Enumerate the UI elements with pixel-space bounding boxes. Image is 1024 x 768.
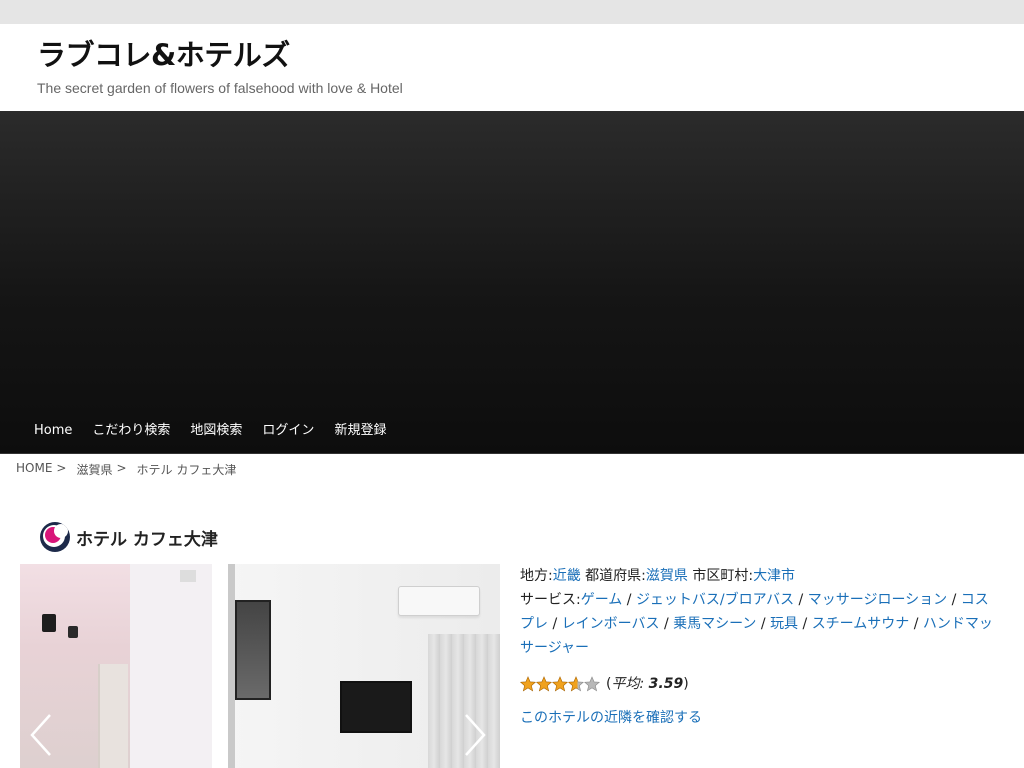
star-icon[interactable] [584,676,600,692]
chevron-right-icon[interactable] [460,712,490,758]
service-link[interactable]: マッサージローション [808,592,947,608]
neighbors-line: このホテルの近隣を確認する [520,706,1000,730]
brand-logo-icon [40,522,70,552]
service-link[interactable]: スチームサウナ [812,616,910,632]
star-icon[interactable] [552,676,568,692]
city-link[interactable]: 大津市 [753,568,795,584]
top-bar [0,0,1024,24]
neighbors-link[interactable]: このホテルの近隣を確認する [520,710,702,726]
star-icon[interactable] [536,676,552,692]
region-label: 地方: [520,568,553,584]
service-separator: / [798,592,804,608]
service-separator: / [913,616,919,632]
service-link[interactable]: ゲーム [581,592,623,608]
star-icon[interactable] [520,676,536,692]
breadcrumb: HOME > 滋賀県 > ホテル カフェ大津 [0,454,1024,482]
rating-stars[interactable] [520,676,600,692]
breadcrumb-separator: > [56,461,67,475]
main-nav: Home こだわり検索 地図検索 ログイン 新規登録 [24,423,396,439]
hero-banner: Home こだわり検索 地図検索 ログイン 新規登録 [0,111,1024,454]
service-separator: / [951,592,957,608]
region-link[interactable]: 近畿 [553,568,581,584]
breadcrumb-prefecture[interactable]: 滋賀県 [76,461,112,482]
hotel-detail: 地方:近畿 都道府県:滋賀県 市区町村:大津市 サービス:ゲーム / ジェットバ… [0,564,1024,768]
site-tagline: The secret garden of flowers of falsehoo… [37,80,403,96]
chevron-left-icon[interactable] [26,712,56,758]
breadcrumb-current: ホテル カフェ大津 [136,463,237,477]
service-link[interactable]: 玩具 [770,616,798,632]
nav-home[interactable]: Home [24,423,82,439]
site-title[interactable]: ラブコレ&ホテルズ [37,38,987,72]
nav-login[interactable]: ログイン [252,423,324,439]
location-line: 地方:近畿 都道府県:滋賀県 市区町村:大津市 [520,564,1000,588]
services-line: サービス:ゲーム / ジェットバス/ブロアバス / マッサージローション / コ… [520,588,1000,660]
rating-average: (平均: 3.59) [606,676,689,692]
service-link[interactable]: レインボーバス [562,616,660,632]
breadcrumb-home[interactable]: HOME [16,461,52,482]
page-title-row: ホテル カフェ大津 [0,482,1024,562]
service-separator: / [626,592,632,608]
page-title: ホテル カフェ大津 [76,529,218,550]
prefecture-label: 都道府県: [585,568,646,584]
city-label: 市区町村: [692,568,754,584]
service-link[interactable]: ジェットバス/ブロアバス [636,592,794,608]
photo-gallery [20,564,500,768]
prefecture-link[interactable]: 滋賀県 [646,568,688,584]
service-link[interactable]: 乗馬マシーン [673,616,756,632]
service-separator: / [663,616,669,632]
nav-detailed-search[interactable]: こだわり検索 [82,423,180,439]
service-separator: / [760,616,766,632]
hotel-info: 地方:近畿 都道府県:滋賀県 市区町村:大津市 サービス:ゲーム / ジェットバ… [500,564,1000,768]
services-label: サービス: [520,592,581,608]
breadcrumb-separator: > [116,461,127,475]
service-separator: / [802,616,808,632]
service-separator: / [552,616,558,632]
rating-row: (平均: 3.59) [520,672,1000,696]
star-icon[interactable] [568,676,584,692]
nav-register[interactable]: 新規登録 [324,423,396,439]
site-header: ラブコレ&ホテルズ The secret garden of flowers o… [0,24,1024,111]
nav-map-search[interactable]: 地図検索 [180,423,252,439]
